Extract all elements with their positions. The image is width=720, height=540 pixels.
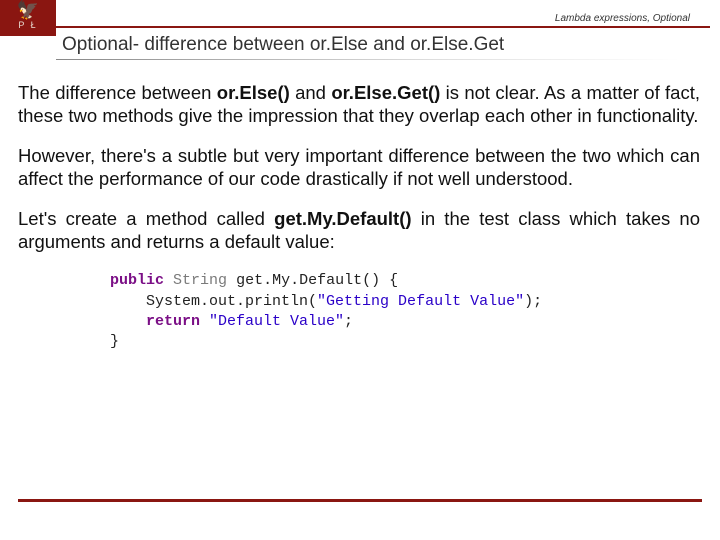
brace: { — [380, 272, 398, 289]
university-logo: 🦅 P Ł — [0, 0, 56, 36]
brace: } — [110, 333, 119, 350]
println-call: System.out.println( — [110, 293, 317, 310]
paragraph-3: Let's create a method called get.My.Defa… — [18, 208, 700, 253]
string-literal: "Getting Default Value" — [317, 293, 524, 310]
paragraph-1: The difference between or.Else() and or.… — [18, 82, 700, 127]
code-sample: public String get.My.Default() { System.… — [110, 271, 700, 352]
eagle-icon: 🦅 — [0, 1, 56, 19]
slide-title: Optional- difference between or.Else and… — [56, 28, 720, 56]
line-end: ); — [524, 293, 542, 310]
text: and — [290, 82, 332, 103]
text: The difference between — [18, 82, 217, 103]
breadcrumb: Lambda expressions, Optional — [0, 12, 720, 26]
line-end: ; — [344, 313, 353, 330]
method-name: get.My.Default() — [236, 272, 380, 289]
footer-rule — [18, 499, 702, 502]
string-literal: "Default Value" — [200, 313, 344, 330]
type-string: String — [173, 272, 227, 289]
keyword-return: return — [110, 313, 200, 330]
keyword-public: public — [110, 272, 164, 289]
paragraph-2: However, there's a subtle but very impor… — [18, 145, 700, 190]
method-ref: get.My.Default() — [274, 208, 411, 229]
slide-body: The difference between or.Else() and or.… — [0, 60, 720, 352]
method-ref: or.Else.Get() — [331, 82, 440, 103]
text: Let's create a method called — [18, 208, 274, 229]
method-ref: or.Else() — [217, 82, 290, 103]
logo-letters: P Ł — [0, 20, 56, 30]
